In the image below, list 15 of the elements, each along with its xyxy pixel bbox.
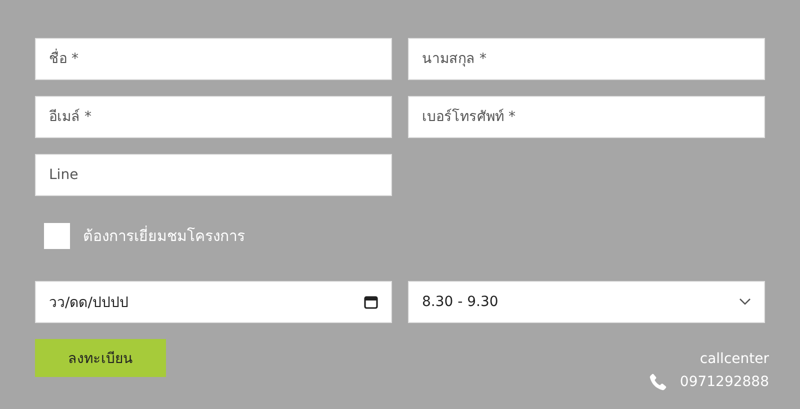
input-field[interactable]: นามสกุล *: [408, 38, 765, 80]
calendar-icon[interactable]: [364, 295, 378, 309]
checkbox-label: ต้องการเยี่ยมชมโครงการ: [83, 224, 245, 246]
submit-button[interactable]: ลงทะเบียน: [35, 339, 166, 377]
date-field[interactable]: วว/ดด/ปปปป: [35, 281, 392, 323]
input-field[interactable]: Line: [35, 154, 392, 196]
chevron-down-icon: [739, 298, 751, 306]
input-field[interactable]: อีเมล์ *: [35, 96, 392, 138]
input-field[interactable]: ชื่อ *: [35, 38, 392, 80]
callcenter-label: callcenter: [700, 351, 769, 367]
phone-icon: [648, 372, 668, 392]
phone-number: 0971292888: [680, 374, 769, 390]
input-field[interactable]: เบอร์โทรศัพท์ *: [408, 96, 765, 138]
checkbox[interactable]: [44, 222, 70, 248]
time-select[interactable]: 8.30 - 9.30: [408, 281, 765, 323]
